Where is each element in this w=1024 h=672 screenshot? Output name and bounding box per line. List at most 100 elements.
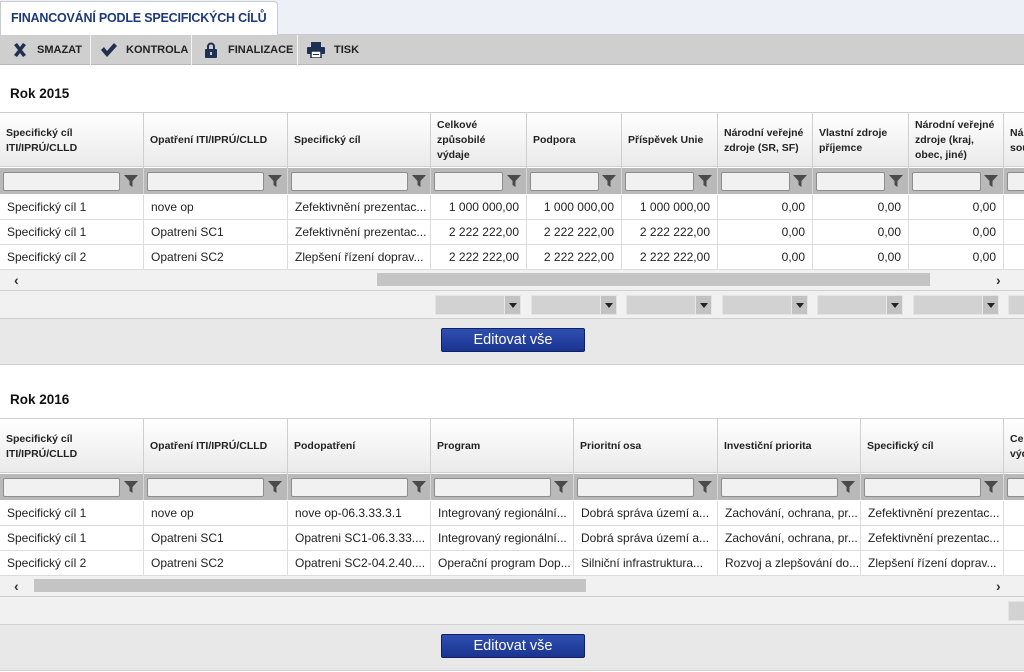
table-cell: Zefektivnění prezentac... (861, 526, 1004, 551)
filter-funnel-icon[interactable] (268, 174, 282, 188)
filter-input[interactable] (530, 172, 599, 191)
column-header[interactable]: Národní veřejné zdroje (kraj, obec, jiné… (909, 113, 1004, 168)
scroll-left-icon[interactable]: ‹ (14, 577, 19, 595)
filter-funnel-icon[interactable] (984, 174, 998, 188)
table-row[interactable]: Specifický cíl 1 Opatreni SC1 Opatreni S… (0, 526, 1024, 551)
filter-funnel-icon[interactable] (507, 174, 521, 188)
smazat-button[interactable]: SMAZAT (0, 35, 91, 65)
column-header[interactable]: Vlastní zdroje příjemce (813, 113, 909, 168)
aggregate-select[interactable] (722, 295, 808, 315)
table-row[interactable]: Specifický cíl 1 Opatreni SC1 Zefektivně… (0, 220, 1024, 245)
filter-funnel-icon[interactable] (984, 480, 998, 494)
table-row[interactable]: Specifický cíl 1 nove op Zefektivnění pr… (0, 195, 1024, 220)
table-row[interactable]: Specifický cíl 1 nove op nove op-06.3.33… (0, 501, 1024, 526)
kontrola-button[interactable]: KONTROLA (91, 35, 192, 65)
chevron-down-icon[interactable] (504, 296, 520, 314)
edit-all-button[interactable]: Editovat vše (441, 328, 585, 352)
filter-input[interactable] (291, 478, 408, 497)
column-header[interactable]: Specifický cíl ITI/IPRÚ/CLLD (0, 113, 144, 168)
filter-input[interactable] (291, 172, 408, 191)
filter-funnel-icon[interactable] (412, 480, 426, 494)
tab-financovani[interactable]: FINANCOVÁNÍ PODLE SPECIFICKÝCH CÍLŮ (0, 1, 278, 36)
column-header[interactable]: Příspěvek Unie (622, 113, 718, 168)
edit-all-button[interactable]: Editovat vše (441, 634, 585, 658)
filter-funnel-icon[interactable] (124, 174, 138, 188)
filter-input[interactable] (1007, 478, 1024, 497)
filter-input[interactable] (912, 172, 981, 191)
column-header[interactable]: Specifický cíl (288, 113, 431, 168)
aggregate-select[interactable] (1008, 295, 1024, 315)
column-header[interactable]: Prioritní osa (574, 419, 718, 474)
table-cell: 2 222 222,00 (527, 220, 622, 245)
finalizace-label: FINALIZACE (228, 44, 294, 56)
column-header[interactable]: Ná sou (1004, 113, 1024, 168)
filter-input[interactable] (864, 478, 981, 497)
filter-input[interactable] (625, 172, 694, 191)
filter-row (0, 474, 1024, 500)
chevron-down-icon[interactable] (695, 296, 711, 314)
finalizace-button[interactable]: FINALIZACE (192, 35, 298, 65)
column-header[interactable]: Specifický cíl (861, 419, 1004, 474)
scroll-left-icon[interactable]: ‹ (14, 271, 19, 289)
filter-funnel-icon[interactable] (793, 174, 807, 188)
table-cell: nove op-06.3.33.3.1 (288, 501, 431, 526)
lock-icon (205, 42, 217, 58)
filter-funnel-icon[interactable] (841, 480, 855, 494)
table-cell: Silniční infrastruktura... (574, 551, 718, 576)
column-header[interactable]: Specifický cíl ITI/IPRÚ/CLLD (0, 419, 144, 474)
filter-input[interactable] (816, 172, 885, 191)
filter-input[interactable] (147, 478, 264, 497)
scrollbar-thumb[interactable] (377, 273, 930, 286)
tisk-button[interactable]: TISK (298, 35, 368, 65)
scroll-right-icon[interactable]: › (996, 271, 1001, 289)
aggregate-select[interactable] (913, 295, 999, 315)
table-cell: Opatreni SC2 (144, 551, 288, 576)
horizontal-scrollbar[interactable]: ‹ › (0, 270, 1024, 290)
filter-input[interactable] (577, 478, 694, 497)
chevron-down-icon[interactable] (886, 296, 902, 314)
aggregate-select[interactable] (817, 295, 903, 315)
filter-input[interactable] (434, 172, 503, 191)
filter-funnel-icon[interactable] (412, 174, 426, 188)
filter-input[interactable] (3, 172, 120, 191)
column-header[interactable]: Cel výd (1004, 419, 1024, 474)
filter-row (0, 168, 1024, 194)
filter-input[interactable] (1007, 172, 1024, 191)
aggregate-select[interactable] (1008, 601, 1024, 621)
filter-input[interactable] (147, 172, 264, 191)
chevron-down-icon[interactable] (791, 296, 807, 314)
chevron-down-icon[interactable] (982, 296, 998, 314)
horizontal-scrollbar[interactable]: ‹ › (0, 576, 1024, 596)
filter-input[interactable] (721, 172, 790, 191)
scrollbar-thumb[interactable] (34, 579, 586, 592)
aggregate-select[interactable] (435, 295, 521, 315)
filter-funnel-icon[interactable] (268, 480, 282, 494)
chevron-down-icon[interactable] (600, 296, 616, 314)
filter-funnel-icon[interactable] (889, 174, 903, 188)
filter-funnel-icon[interactable] (554, 480, 568, 494)
filter-funnel-icon[interactable] (602, 174, 616, 188)
grid-2015: Specifický cíl ITI/IPRÚ/CLLD Opatření IT… (0, 112, 1024, 290)
filter-funnel-icon[interactable] (698, 174, 712, 188)
column-header[interactable]: Program (431, 419, 574, 474)
column-header[interactable]: Podopatření (288, 419, 431, 474)
aggregate-select[interactable] (626, 295, 712, 315)
filter-funnel-icon[interactable] (698, 480, 712, 494)
table-row[interactable]: Specifický cíl 2 Opatreni SC2 Opatreni S… (0, 551, 1024, 576)
column-header[interactable]: Opatření ITI/IPRÚ/CLLD (144, 419, 288, 474)
filter-input[interactable] (721, 478, 838, 497)
column-header[interactable]: Investiční priorita (718, 419, 861, 474)
table-cell: 2 222 222,00 (431, 220, 527, 245)
filter-input[interactable] (434, 478, 551, 497)
aggregate-select[interactable] (531, 295, 617, 315)
column-header[interactable]: Národní veřejné zdroje (SR, SF) (718, 113, 813, 168)
column-header[interactable]: Opatření ITI/IPRÚ/CLLD (144, 113, 288, 168)
column-header[interactable]: Celkové způsobilé výdaje (431, 113, 527, 168)
filter-funnel-icon[interactable] (124, 480, 138, 494)
table-row[interactable]: Specifický cíl 2 Opatreni SC2 Zlepšení ř… (0, 245, 1024, 270)
filter-input[interactable] (3, 478, 120, 497)
table-cell: Opatreni SC1 (144, 220, 288, 245)
scroll-right-icon[interactable]: › (996, 577, 1001, 595)
table-cell: Specifický cíl 1 (0, 220, 144, 245)
column-header[interactable]: Podpora (527, 113, 622, 168)
